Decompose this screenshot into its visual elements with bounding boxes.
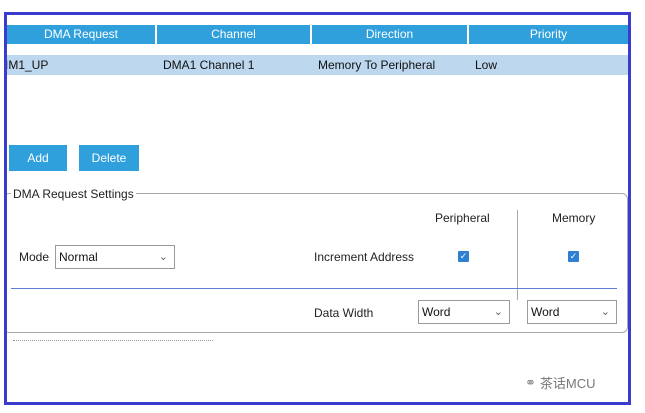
column-divider <box>517 210 518 300</box>
peripheral-column-label: Peripheral <box>435 211 490 225</box>
memory-column-label: Memory <box>552 211 596 225</box>
increment-address-label: Increment Address <box>314 250 415 264</box>
data-width-peripheral-select[interactable]: Word ⌄ <box>418 300 510 324</box>
chevron-down-icon: ⌄ <box>493 306 503 318</box>
cell-dma-request: IM1_UP <box>7 58 49 72</box>
mode-select-value: Normal <box>59 250 98 264</box>
chevron-down-icon: ⌄ <box>158 251 168 263</box>
delete-button[interactable]: Delete <box>79 145 139 171</box>
chevron-down-icon: ⌄ <box>600 306 610 318</box>
wechat-icon: ⚭ <box>525 374 536 390</box>
dma-table-header: DMA Request Channel Direction Priority <box>7 25 628 44</box>
increment-memory-checkbox[interactable]: ✓ <box>568 251 579 262</box>
column-header-dma-request[interactable]: DMA Request <box>7 25 157 44</box>
clipped-content-edge <box>13 340 213 343</box>
cell-channel: DMA1 Channel 1 <box>163 58 255 72</box>
data-width-memory-value: Word <box>531 305 560 319</box>
cell-direction: Memory To Peripheral <box>318 58 436 72</box>
data-width-label: Data Width <box>314 306 374 320</box>
row-separator <box>11 288 617 289</box>
mode-label: Mode <box>19 250 50 264</box>
add-button[interactable]: Add <box>9 145 67 171</box>
dma-settings-panel: DMA Request Channel Direction Priority I… <box>4 12 631 405</box>
increment-peripheral-checkbox[interactable]: ✓ <box>458 251 469 262</box>
column-header-direction[interactable]: Direction <box>312 25 469 44</box>
column-header-channel[interactable]: Channel <box>157 25 312 44</box>
group-title: DMA Request Settings <box>11 187 136 201</box>
data-width-peripheral-value: Word <box>422 305 451 319</box>
table-row[interactable]: IM1_UP DMA1 Channel 1 Memory To Peripher… <box>7 55 628 75</box>
column-header-priority[interactable]: Priority <box>469 25 628 44</box>
watermark-text: 茶话MCU <box>539 376 596 391</box>
check-icon: ✓ <box>459 251 468 261</box>
data-width-memory-select[interactable]: Word ⌄ <box>527 300 617 324</box>
check-icon: ✓ <box>569 251 578 261</box>
watermark: ⚭ 茶话MCU <box>525 373 596 392</box>
cell-priority: Low <box>475 58 498 72</box>
mode-select[interactable]: Normal ⌄ <box>55 245 175 269</box>
